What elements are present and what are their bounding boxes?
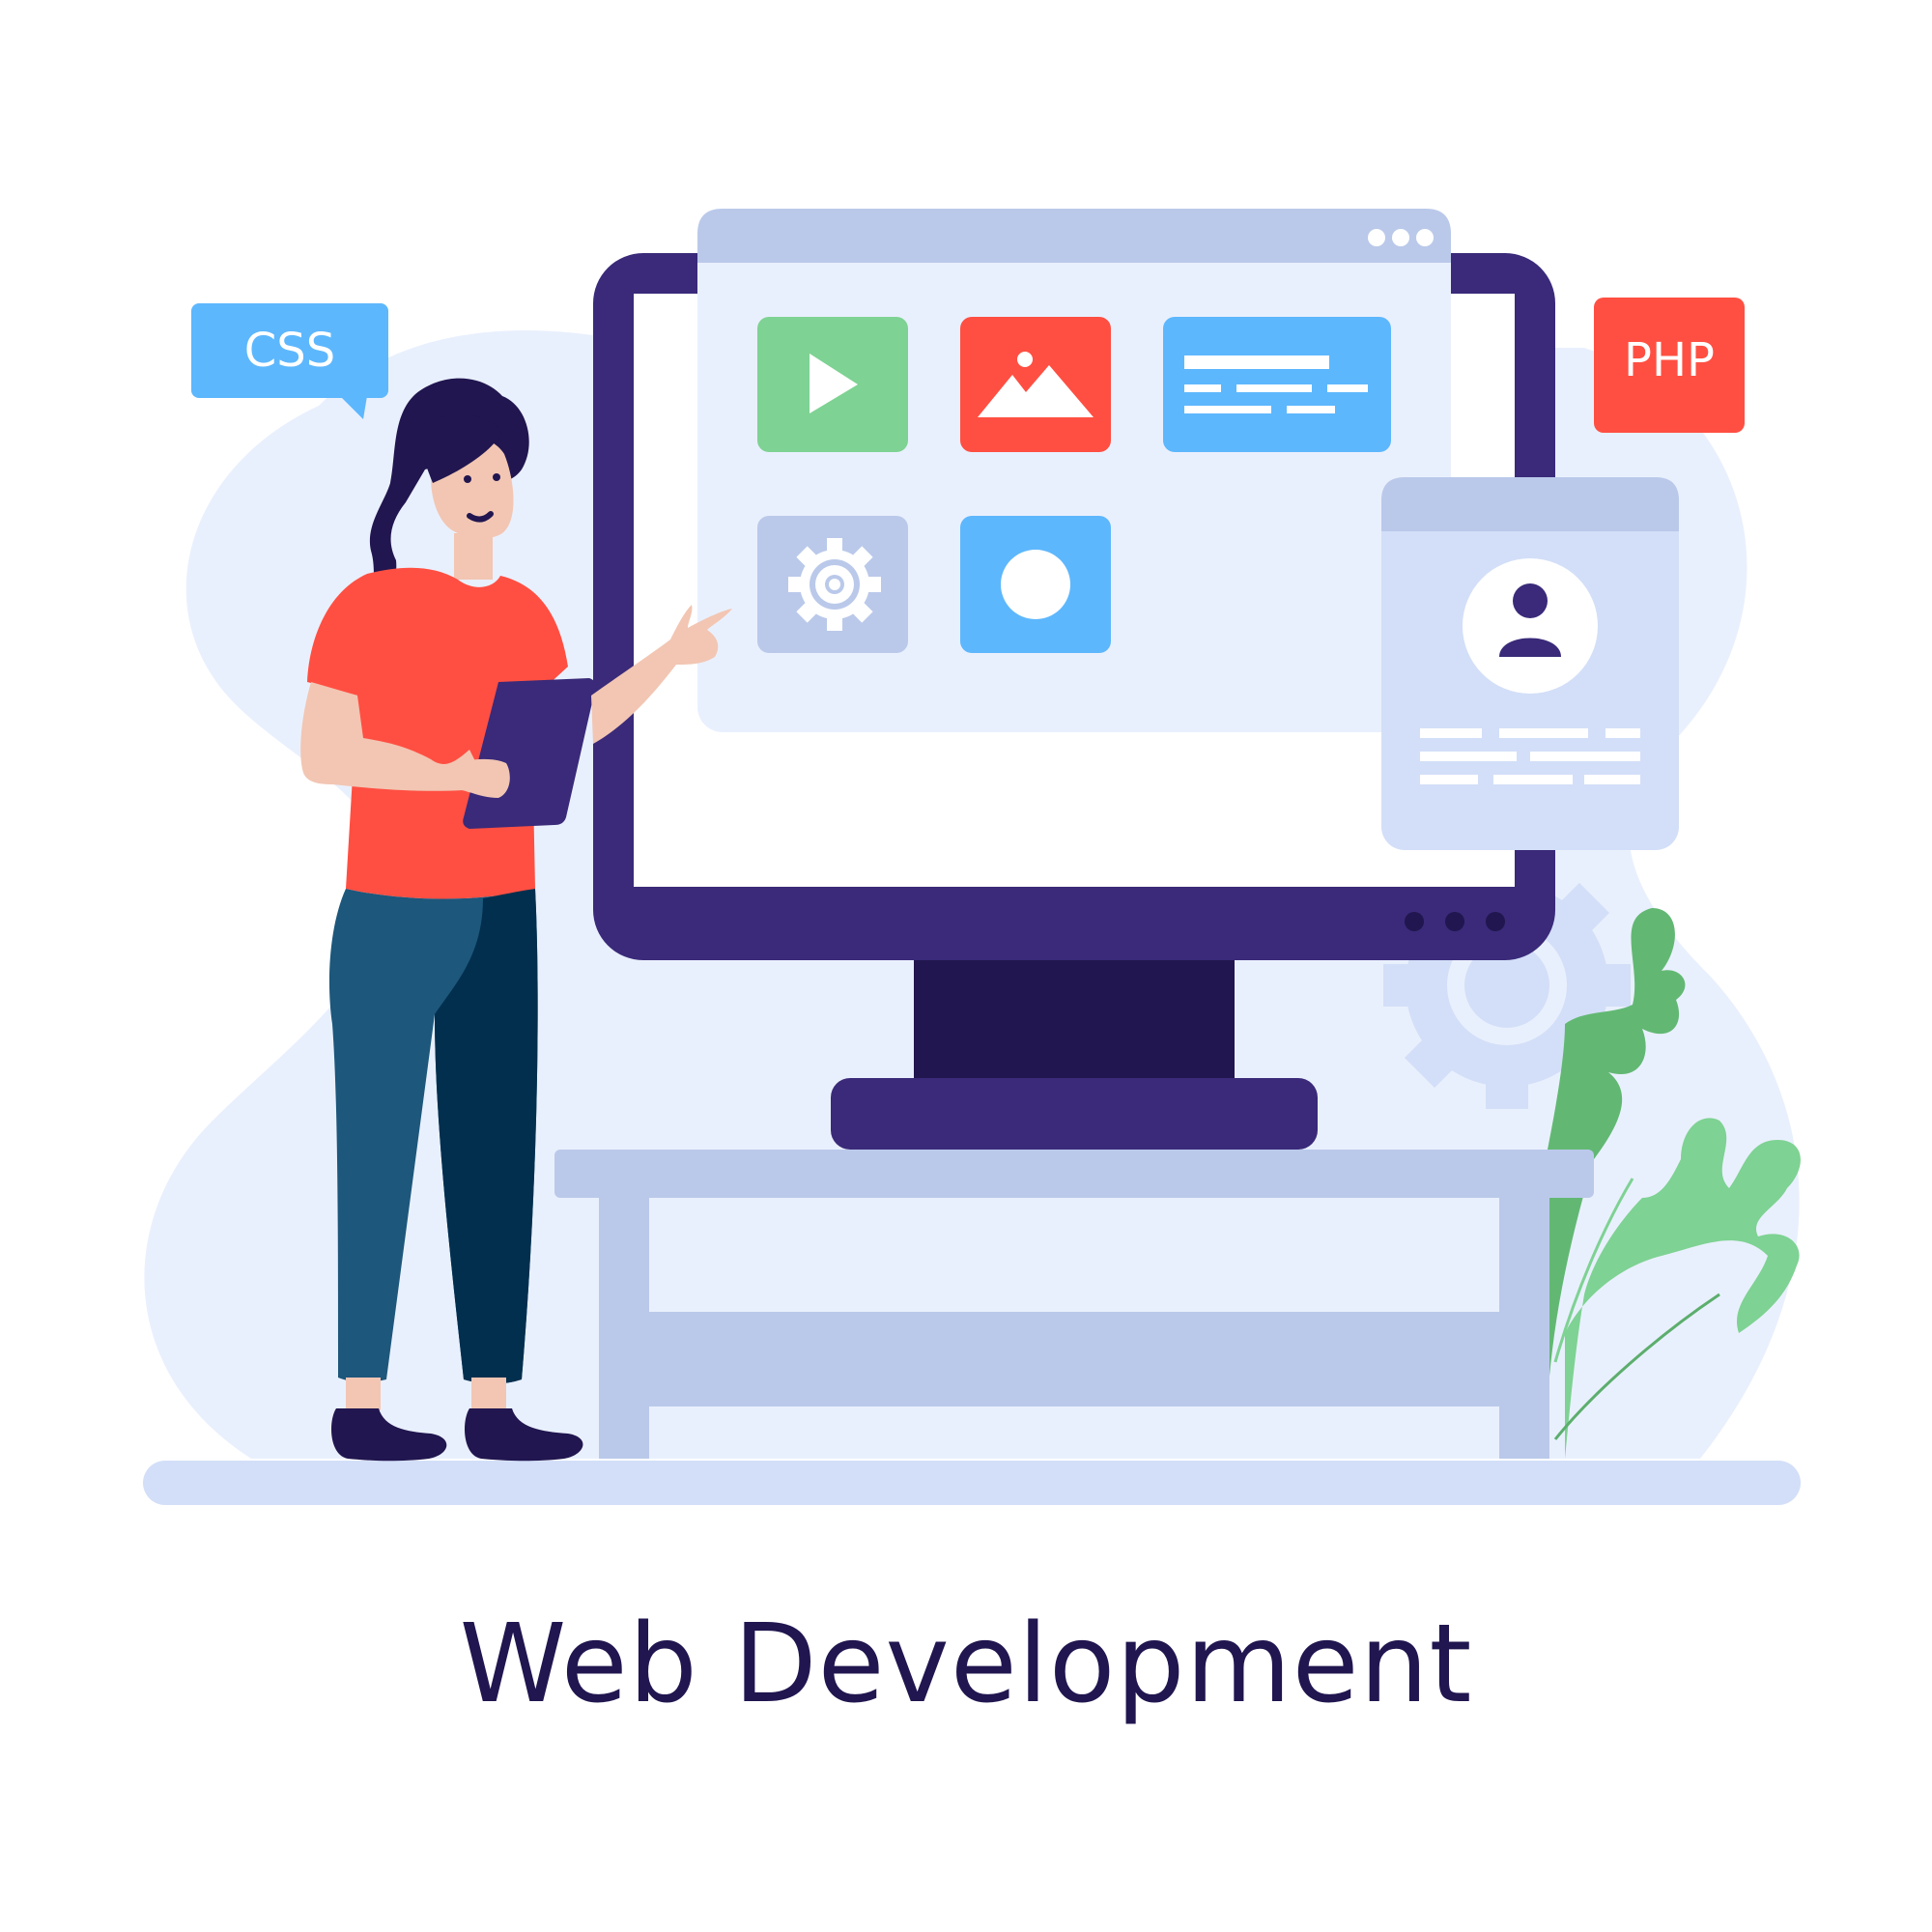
record-icon (1001, 550, 1070, 619)
woman-eye (493, 473, 500, 481)
window-dot-3[interactable] (1416, 229, 1434, 246)
monitor-dot-2 (1445, 912, 1464, 931)
record-tile[interactable] (960, 516, 1111, 653)
css-badge: CSS (191, 303, 388, 419)
profile-text-lines (1420, 728, 1640, 784)
settings-tile[interactable] (757, 516, 908, 653)
php-badge: PHP (1594, 298, 1745, 433)
video-tile[interactable] (757, 317, 908, 452)
browser-window (697, 209, 1451, 732)
caption-title: Web Development (459, 1602, 1473, 1727)
floor-line (143, 1461, 1801, 1505)
php-badge-label: PHP (1624, 333, 1715, 387)
monitor-dot-3 (1486, 912, 1505, 931)
monitor-dot-1 (1405, 912, 1424, 931)
profile-card[interactable] (1381, 477, 1679, 850)
window-dot-1[interactable] (1368, 229, 1385, 246)
text-tile[interactable] (1163, 317, 1391, 452)
css-badge-label: CSS (244, 324, 335, 378)
gear-icon (788, 538, 881, 631)
woman-eye (464, 475, 471, 483)
user-avatar-icon (1463, 558, 1598, 694)
image-tile[interactable] (960, 317, 1111, 452)
window-dot-2[interactable] (1392, 229, 1409, 246)
